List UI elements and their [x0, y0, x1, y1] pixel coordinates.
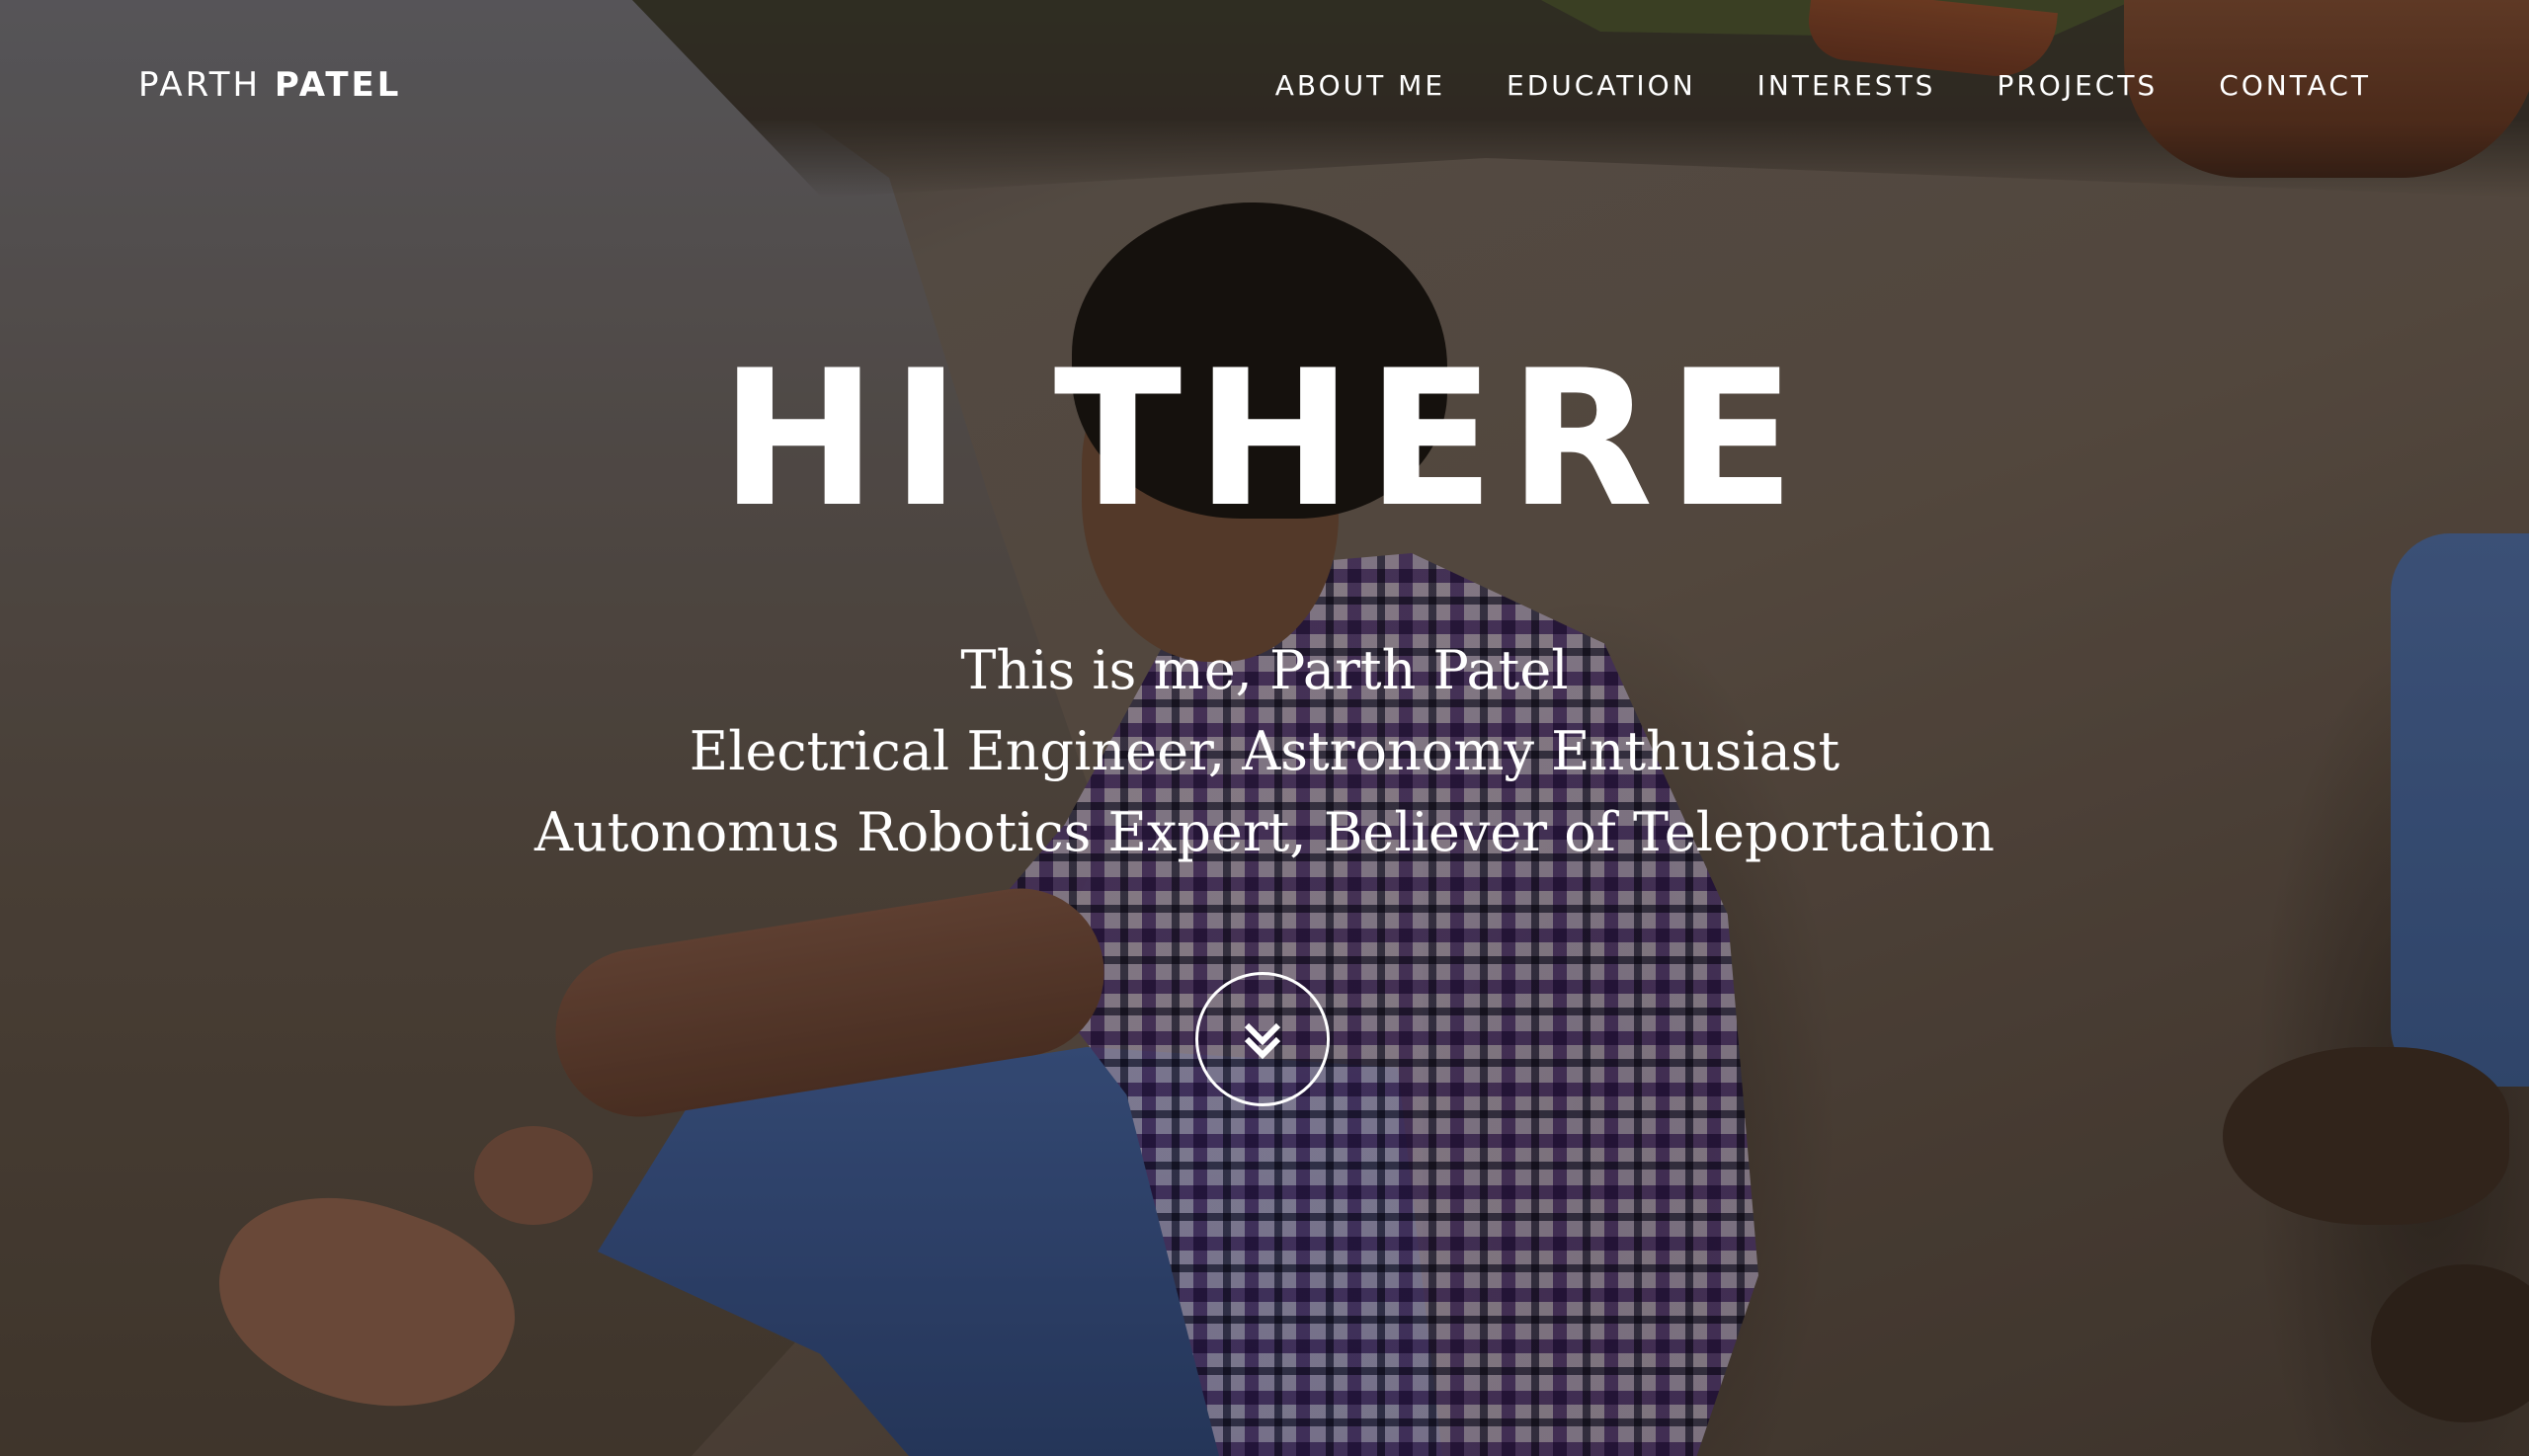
scroll-down-button[interactable] — [1195, 972, 1330, 1106]
hero-subtitle-line: Autonomus Robotics Expert, Believer of T… — [533, 801, 1995, 863]
hero-section: HI THERE This is me, Parth Patel Electri… — [0, 0, 2529, 1456]
nav-link-interests[interactable]: INTERESTS — [1727, 59, 1967, 112]
nav-menu: ABOUT ME EDUCATION INTERESTS PROJECTS CO… — [1245, 59, 2371, 112]
top-navbar: PARTH PATEL ABOUT ME EDUCATION INTERESTS… — [0, 0, 2529, 170]
hero-subtitle-line: This is me, Parth Patel — [960, 639, 1569, 701]
nav-link-about-me[interactable]: ABOUT ME — [1245, 59, 1476, 112]
brand-logo-link[interactable]: PARTH PATEL — [138, 65, 401, 105]
nav-link-contact[interactable]: CONTACT — [2188, 59, 2371, 112]
hero-subtitle-line: Electrical Engineer, Astronomy Enthusias… — [689, 720, 1840, 782]
nav-link-education[interactable]: EDUCATION — [1476, 59, 1727, 112]
hero-subtitle: This is me, Parth Patel Electrical Engin… — [0, 630, 2529, 873]
hero-title: HI THERE — [719, 330, 1810, 548]
brand-last-name: PATEL — [274, 65, 402, 105]
brand-first-name: PARTH — [138, 65, 262, 105]
nav-link-projects[interactable]: PROJECTS — [1966, 59, 2188, 112]
double-chevron-down-icon — [1244, 1022, 1281, 1060]
